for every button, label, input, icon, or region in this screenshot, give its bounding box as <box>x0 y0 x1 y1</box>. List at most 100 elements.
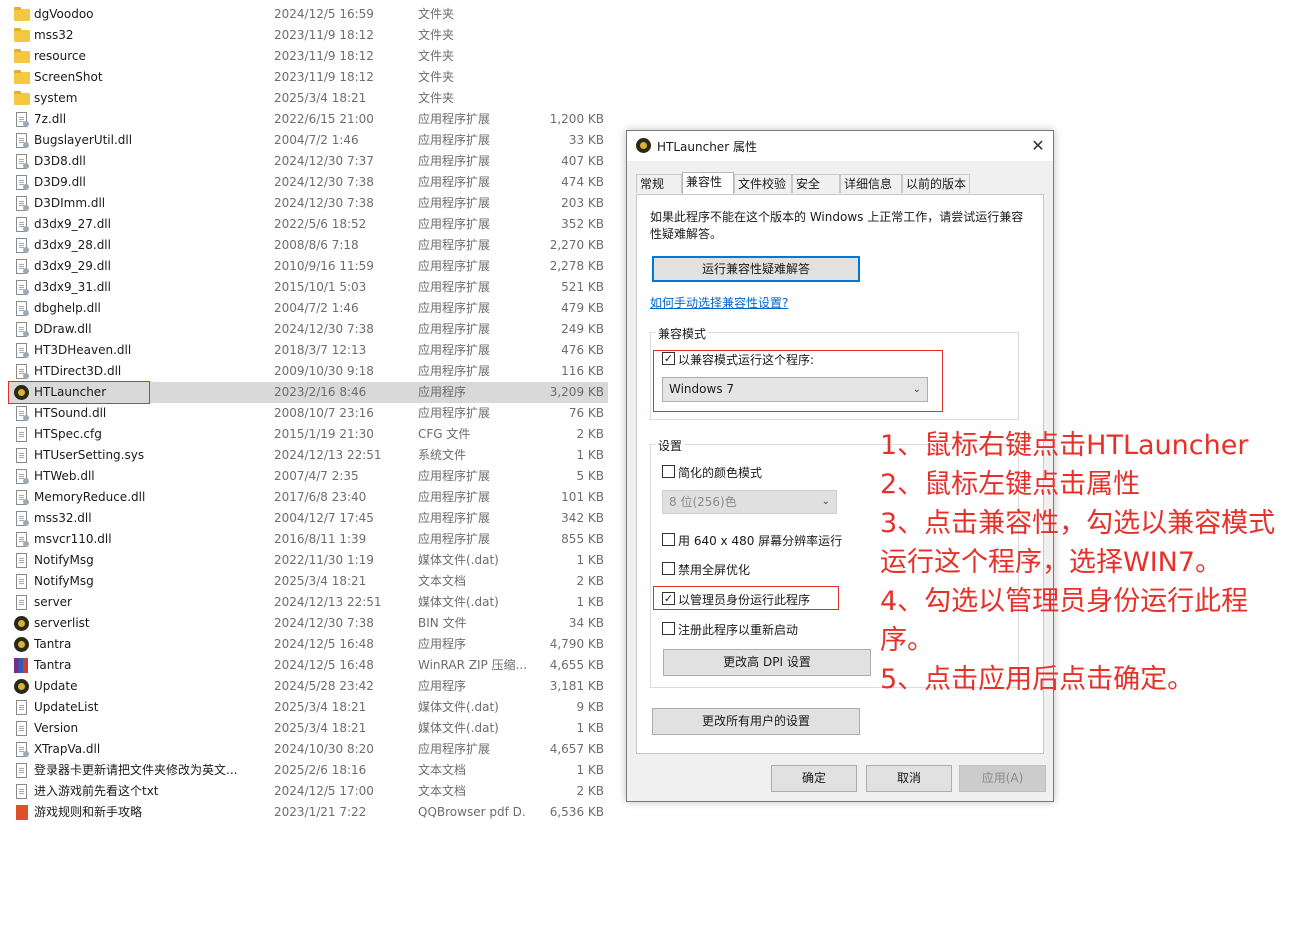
file-row[interactable]: Update 2024/5/28 23:42 应用程序 3,181 KB <box>8 676 608 697</box>
file-type: 应用程序扩展 <box>418 301 491 315</box>
tab-details[interactable]: 详细信息 <box>840 174 902 193</box>
tab-compatibility[interactable]: 兼容性 <box>682 172 734 194</box>
file-name: D3D9.dll <box>34 175 86 189</box>
file-row[interactable]: BugslayerUtil.dll 2004/7/2 1:46 应用程序扩展 33 K… <box>8 130 608 151</box>
res-640-checkbox[interactable] <box>662 533 675 546</box>
file-date: 2024/12/30 7:38 <box>274 196 374 210</box>
file-row[interactable]: mss32.dll 2004/12/7 17:45 应用程序扩展 342 KB <box>8 508 608 529</box>
file-row[interactable]: system 2025/3/4 18:21 文件夹 <box>8 88 608 109</box>
file-row[interactable]: msvcr110.dll 2016/8/11 1:39 应用程序扩展 855 KB <box>8 529 608 550</box>
file-type: 文件夹 <box>418 28 455 42</box>
file-row[interactable]: 进入游戏前先看这个txt 2024/12/5 17:00 文本文档 2 KB <box>8 781 608 802</box>
file-row[interactable]: dgVoodoo 2024/12/5 16:59 文件夹 <box>8 4 608 25</box>
tab-previous-versions[interactable]: 以前的版本 <box>902 174 970 193</box>
file-type: 文件夹 <box>418 7 455 21</box>
file-size: 203 KB <box>561 196 604 210</box>
file-row[interactable]: MemoryReduce.dll 2017/6/8 23:40 应用程序扩展 101 … <box>8 487 608 508</box>
file-name: HT3DHeaven.dll <box>34 343 132 357</box>
high-dpi-button[interactable]: 更改高 DPI 设置 <box>663 649 871 676</box>
dll-icon <box>16 154 29 169</box>
disable-fullscreen-checkbox[interactable] <box>662 562 675 575</box>
dll-icon <box>16 469 29 484</box>
tab-file-check[interactable]: 文件校验 <box>734 174 792 193</box>
file-type: 应用程序扩展 <box>418 511 491 525</box>
troubleshoot-button[interactable]: 运行兼容性疑难解答 <box>652 256 860 282</box>
file-type: 应用程序扩展 <box>418 532 491 546</box>
file-row[interactable]: ScreenShot 2023/11/9 18:12 文件夹 <box>8 67 608 88</box>
file-date: 2010/9/16 11:59 <box>274 259 374 273</box>
file-row[interactable]: HTSound.dll 2008/10/7 23:16 应用程序扩展 76 KB <box>8 403 608 424</box>
file-row[interactable]: 登录器卡更新请把文件夹修改为英文... 2025/2/6 18:16 文本文档 1 K… <box>8 760 608 781</box>
file-size: 1 KB <box>576 553 604 567</box>
file-type: 应用程序扩展 <box>418 259 491 273</box>
file-name: MemoryReduce.dll <box>34 490 146 504</box>
file-row[interactable]: d3dx9_29.dll 2010/9/16 11:59 应用程序扩展 2,278 K… <box>8 256 608 277</box>
file-name: HTWeb.dll <box>34 469 95 483</box>
file-name: msvcr110.dll <box>34 532 112 546</box>
ok-button[interactable]: 确定 <box>771 765 857 792</box>
file-row[interactable]: HTSpec.cfg 2015/1/19 21:30 CFG 文件 2 KB <box>8 424 608 445</box>
folder-icon <box>14 7 30 21</box>
file-size: 474 KB <box>561 175 604 189</box>
tab-security[interactable]: 安全 <box>792 174 840 193</box>
dll-icon <box>16 742 29 757</box>
all-users-settings-button[interactable]: 更改所有用户的设置 <box>652 708 860 735</box>
file-row[interactable]: server 2024/12/13 22:51 媒体文件(.dat) 1 KB <box>8 592 608 613</box>
file-row[interactable]: Tantra 2024/12/5 16:48 WinRAR ZIP 压缩... 4,6… <box>8 655 608 676</box>
file-row[interactable]: HTDirect3D.dll 2009/10/30 9:18 应用程序扩展 116 K… <box>8 361 608 382</box>
file-date: 2009/10/30 9:18 <box>274 364 374 378</box>
file-date: 2004/7/2 1:46 <box>274 133 359 147</box>
tab-general[interactable]: 常规 <box>636 174 682 193</box>
close-button[interactable]: ✕ <box>1023 131 1053 161</box>
file-row[interactable]: HTWeb.dll 2007/4/7 2:35 应用程序扩展 5 KB <box>8 466 608 487</box>
file-name: d3dx9_27.dll <box>34 217 111 231</box>
reduced-color-checkbox[interactable] <box>662 465 675 478</box>
file-size: 3,181 KB <box>549 679 604 693</box>
file-date: 2025/3/4 18:21 <box>274 721 367 735</box>
file-name: resource <box>34 49 86 63</box>
file-row[interactable]: HT3DHeaven.dll 2018/3/7 12:13 应用程序扩展 476 KB <box>8 340 608 361</box>
file-row[interactable]: dbghelp.dll 2004/7/2 1:46 应用程序扩展 479 KB <box>8 298 608 319</box>
file-row[interactable]: Tantra 2024/12/5 16:48 应用程序 4,790 KB <box>8 634 608 655</box>
compat-checkbox[interactable]: ✓ <box>662 352 675 365</box>
compat-os-select[interactable]: Windows 7 ⌄ <box>662 377 928 402</box>
file-row[interactable]: HTLauncher 2023/2/16 8:46 应用程序 3,209 KB <box>8 381 608 404</box>
file-row[interactable]: mss32 2023/11/9 18:12 文件夹 <box>8 25 608 46</box>
file-size: 249 KB <box>561 322 604 336</box>
file-row[interactable]: NotifyMsg 2025/3/4 18:21 文本文档 2 KB <box>8 571 608 592</box>
file-name: Tantra <box>34 637 72 651</box>
compat-checkbox-label: 以兼容模式运行这个程序: <box>678 353 815 367</box>
file-size: 2 KB <box>576 427 604 441</box>
file-size: 1,200 KB <box>549 112 604 126</box>
file-row[interactable]: 游戏规则和新手攻略 2023/1/21 7:22 QQBrowser pdf D..… <box>8 802 608 823</box>
file-row[interactable]: D3D8.dll 2024/12/30 7:37 应用程序扩展 407 KB <box>8 151 608 172</box>
file-row[interactable]: Version 2025/3/4 18:21 媒体文件(.dat) 1 KB <box>8 718 608 739</box>
run-admin-checkbox[interactable]: ✓ <box>662 592 675 605</box>
cancel-button[interactable]: 取消 <box>866 765 952 792</box>
manual-settings-link[interactable]: 如何手动选择兼容性设置? <box>650 294 788 311</box>
file-row[interactable]: d3dx9_31.dll 2015/10/1 5:03 应用程序扩展 521 KB <box>8 277 608 298</box>
apply-button[interactable]: 应用(A) <box>959 765 1046 792</box>
file-row[interactable]: resource 2023/11/9 18:12 文件夹 <box>8 46 608 67</box>
file-date: 2008/10/7 23:16 <box>274 406 374 420</box>
file-row[interactable]: XTrapVa.dll 2024/10/30 8:20 应用程序扩展 4,657 KB <box>8 739 608 760</box>
file-row[interactable]: d3dx9_28.dll 2008/8/6 7:18 应用程序扩展 2,270 KB <box>8 235 608 256</box>
file-row[interactable]: D3DImm.dll 2024/12/30 7:38 应用程序扩展 203 KB <box>8 193 608 214</box>
file-row[interactable]: d3dx9_27.dll 2022/5/6 18:52 应用程序扩展 352 KB <box>8 214 608 235</box>
file-name: DDraw.dll <box>34 322 92 336</box>
file-row[interactable]: D3D9.dll 2024/12/30 7:38 应用程序扩展 474 KB <box>8 172 608 193</box>
file-date: 2022/11/30 1:19 <box>274 553 374 567</box>
file-icon <box>16 700 27 715</box>
register-restart-checkbox[interactable] <box>662 622 675 635</box>
file-date: 2023/2/16 8:46 <box>274 385 367 399</box>
file-row[interactable]: DDraw.dll 2024/12/30 7:38 应用程序扩展 249 KB <box>8 319 608 340</box>
file-row[interactable]: HTUserSetting.sys 2024/12/13 22:51 系统文件 1 K… <box>8 445 608 466</box>
file-row[interactable]: UpdateList 2025/3/4 18:21 媒体文件(.dat) 9 KB <box>8 697 608 718</box>
file-row[interactable]: serverlist 2024/12/30 7:38 BIN 文件 34 KB <box>8 613 608 634</box>
folder-icon <box>14 28 30 42</box>
file-date: 2023/11/9 18:12 <box>274 70 374 84</box>
file-row[interactable]: 7z.dll 2022/6/15 21:00 应用程序扩展 1,200 KB <box>8 109 608 130</box>
file-row[interactable]: NotifyMsg 2022/11/30 1:19 媒体文件(.dat) 1 KB <box>8 550 608 571</box>
file-size: 5 KB <box>576 469 604 483</box>
note-step-1: 1、鼠标右键点击HTLauncher <box>880 430 1249 461</box>
